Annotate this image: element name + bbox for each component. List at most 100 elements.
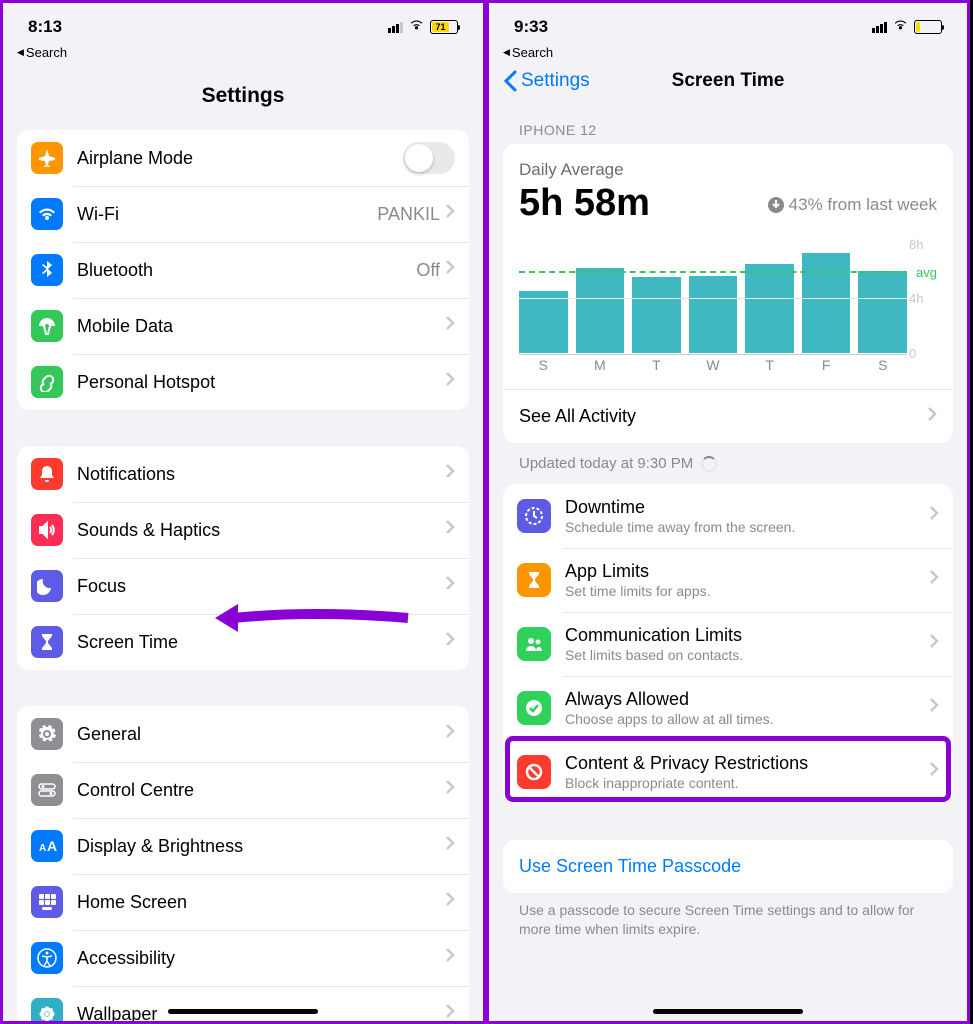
chart-x-label: S (858, 357, 907, 373)
toggle[interactable] (403, 142, 455, 174)
wifi-icon (408, 18, 425, 36)
updated-text: Updated today at 9:30 PM (489, 443, 967, 484)
feature-downtime[interactable]: DowntimeSchedule time away from the scre… (503, 484, 953, 548)
feature-content-privacy-restrictions[interactable]: Content & Privacy RestrictionsBlock inap… (503, 740, 953, 804)
chart-bar (745, 264, 794, 353)
cellular-icon (872, 22, 887, 33)
settings-row-mobile-data[interactable]: Mobile Data (17, 298, 469, 354)
use-passcode-link[interactable]: Use Screen Time Passcode (503, 840, 953, 893)
feature-title: Content & Privacy Restrictions (565, 753, 930, 774)
flower-icon (31, 998, 63, 1024)
avg-label: avg (916, 265, 937, 280)
chart-bar (689, 276, 738, 353)
wifi-icon (31, 198, 63, 230)
chart-x-label: W (689, 357, 738, 373)
switches-icon (31, 774, 63, 806)
chart-bar (858, 271, 907, 354)
feature-title: App Limits (565, 561, 930, 582)
chart-x-label: T (745, 357, 794, 373)
row-label: Accessibility (77, 948, 446, 969)
chart-x-label: T (632, 357, 681, 373)
daily-average-card[interactable]: Daily Average 5h 58m 43% from last week … (503, 144, 953, 443)
row-label: Wi-Fi (77, 204, 377, 225)
speaker-icon (31, 514, 63, 546)
cellular-icon (388, 22, 403, 33)
chevron-icon (930, 634, 939, 654)
settings-row-control-centre[interactable]: Control Centre (17, 762, 469, 818)
status-icons (872, 18, 942, 36)
home-indicator[interactable] (653, 1009, 803, 1014)
chart-x-label: M (576, 357, 625, 373)
feature-title: Communication Limits (565, 625, 930, 646)
nav-back-button[interactable]: Settings (503, 70, 590, 92)
settings-row-sounds-haptics[interactable]: Sounds & Haptics (17, 502, 469, 558)
chevron-icon (446, 520, 455, 540)
chevron-icon (446, 204, 455, 224)
settings-row-bluetooth[interactable]: BluetoothOff (17, 242, 469, 298)
feature-subtitle: Set limits based on contacts. (565, 647, 930, 663)
settings-row-focus[interactable]: Focus (17, 558, 469, 614)
row-label: Control Centre (77, 780, 446, 801)
page-title: Settings (3, 60, 483, 130)
status-time: 8:13 (28, 17, 62, 37)
chevron-icon (446, 576, 455, 596)
status-bar: 9:33 (489, 3, 967, 43)
feature-title: Downtime (565, 497, 930, 518)
row-value: PANKIL (377, 204, 440, 225)
accessibility-icon (31, 942, 63, 974)
chevron-icon (446, 724, 455, 744)
settings-row-airplane-mode[interactable]: Airplane Mode (17, 130, 469, 186)
left-screenshot: 8:13 71 Search Settings Airplane ModeWi-… (0, 0, 486, 1024)
chevron-icon (446, 892, 455, 912)
row-label: Sounds & Haptics (77, 520, 446, 541)
gear-icon (31, 718, 63, 750)
settings-row-screen-time[interactable]: Screen Time (17, 614, 469, 670)
row-label: Personal Hotspot (77, 372, 446, 393)
grid-icon (31, 886, 63, 918)
nosign-icon (517, 755, 551, 789)
chevron-icon (930, 762, 939, 782)
clock-icon (517, 499, 551, 533)
row-label: General (77, 724, 446, 745)
chevron-icon (446, 316, 455, 336)
chart-bar (576, 268, 625, 353)
chevron-icon (446, 632, 455, 652)
row-value: Off (416, 260, 440, 281)
change-from-last-week: 43% from last week (767, 195, 937, 215)
settings-row-display-brightness[interactable]: Display & Brightness (17, 818, 469, 874)
chevron-icon (446, 372, 455, 392)
settings-row-general[interactable]: General (17, 706, 469, 762)
row-label: Home Screen (77, 892, 446, 913)
antenna-icon (31, 310, 63, 342)
home-indicator[interactable] (168, 1009, 318, 1014)
settings-row-home-screen[interactable]: Home Screen (17, 874, 469, 930)
row-label: Notifications (77, 464, 446, 485)
chevron-icon (446, 780, 455, 800)
feature-communication-limits[interactable]: Communication LimitsSet limits based on … (503, 612, 953, 676)
back-to-search[interactable]: Search (489, 43, 967, 60)
settings-row-wallpaper[interactable]: Wallpaper (17, 986, 469, 1024)
link-icon (31, 366, 63, 398)
settings-group-1: Airplane ModeWi-FiPANKILBluetoothOffMobi… (17, 130, 469, 410)
settings-row-notifications[interactable]: Notifications (17, 446, 469, 502)
chevron-icon (446, 260, 455, 280)
chart-bar (802, 253, 851, 353)
see-all-activity[interactable]: See All Activity (519, 390, 937, 427)
status-icons: 71 (388, 18, 458, 36)
chevron-icon (930, 698, 939, 718)
status-bar: 8:13 71 (3, 3, 483, 43)
settings-row-accessibility[interactable]: Accessibility (17, 930, 469, 986)
check-icon (517, 691, 551, 725)
feature-title: Always Allowed (565, 689, 930, 710)
nav-bar: Settings Screen Time (489, 60, 967, 102)
row-label: Display & Brightness (77, 836, 446, 857)
back-to-search[interactable]: Search (3, 43, 483, 60)
feature-app-limits[interactable]: App LimitsSet time limits for apps. (503, 548, 953, 612)
feature-subtitle: Set time limits for apps. (565, 583, 930, 599)
chevron-icon (930, 570, 939, 590)
chevron-icon (446, 1004, 455, 1024)
settings-row-personal-hotspot[interactable]: Personal Hotspot (17, 354, 469, 410)
chart-x-label: S (519, 357, 568, 373)
settings-row-wi-fi[interactable]: Wi-FiPANKIL (17, 186, 469, 242)
feature-always-allowed[interactable]: Always AllowedChoose apps to allow at al… (503, 676, 953, 740)
